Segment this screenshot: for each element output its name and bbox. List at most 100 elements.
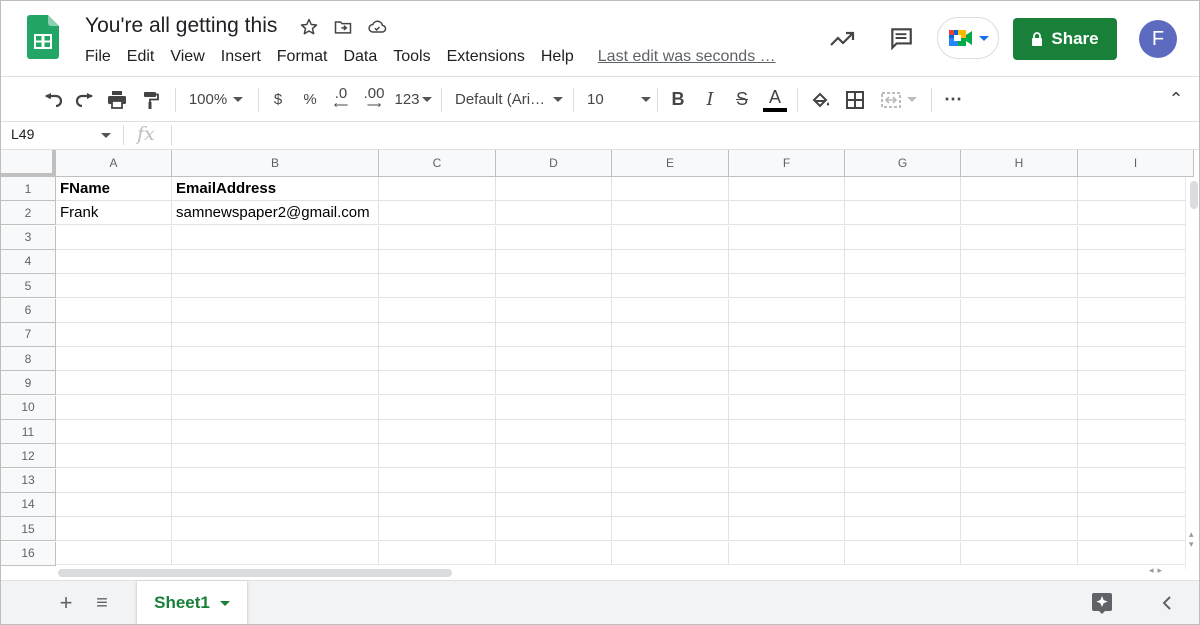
strikethrough-button[interactable]: S [731, 77, 753, 122]
add-sheet-button[interactable]: + [53, 581, 79, 624]
cell-c9[interactable] [379, 371, 496, 396]
cell-g16[interactable] [845, 541, 961, 566]
cell-d7[interactable] [496, 322, 612, 347]
cell-b8[interactable] [172, 347, 379, 372]
cell-f12[interactable] [729, 444, 845, 469]
cell-e9[interactable] [612, 371, 729, 396]
cell-e10[interactable] [612, 395, 729, 420]
cell-f5[interactable] [729, 274, 845, 299]
cell-d14[interactable] [496, 492, 612, 517]
cell-g12[interactable] [845, 444, 961, 469]
cell-d6[interactable] [496, 298, 612, 323]
cell-f4[interactable] [729, 249, 845, 274]
cell-h6[interactable] [961, 298, 1078, 323]
cell-i6[interactable] [1078, 298, 1194, 323]
scroll-up-icon[interactable]: ▴ [1189, 529, 1194, 539]
cell-g10[interactable] [845, 395, 961, 420]
currency-format-button[interactable]: $ [267, 77, 289, 122]
cell-b6[interactable] [172, 298, 379, 323]
cell-g3[interactable] [845, 225, 961, 250]
cell-i10[interactable] [1078, 395, 1194, 420]
cell-h2[interactable] [961, 201, 1078, 226]
cell-d4[interactable] [496, 249, 612, 274]
cell-h11[interactable] [961, 420, 1078, 444]
meet-button[interactable] [937, 17, 999, 59]
bold-button[interactable]: B [667, 77, 689, 122]
cell-c6[interactable] [379, 298, 496, 323]
cell-h5[interactable] [961, 274, 1078, 299]
cell-c1[interactable] [379, 177, 496, 201]
cell-i3[interactable] [1078, 225, 1194, 250]
cell-i4[interactable] [1078, 249, 1194, 274]
menu-help[interactable]: Help [533, 47, 582, 67]
row-header-13[interactable]: 13 [1, 468, 56, 493]
font-size-select[interactable]: 10 [587, 77, 651, 122]
cell-f14[interactable] [729, 492, 845, 517]
redo-icon[interactable] [71, 77, 99, 122]
cell-i16[interactable] [1078, 541, 1194, 566]
cell-c5[interactable] [379, 274, 496, 299]
vertical-scrollbar[interactable] [1185, 177, 1199, 569]
cell-d16[interactable] [496, 541, 612, 566]
cell-e1[interactable] [612, 177, 729, 201]
cell-b14[interactable] [172, 492, 379, 517]
cell-b12[interactable] [172, 444, 379, 469]
cell-e14[interactable] [612, 492, 729, 517]
cell-i5[interactable] [1078, 274, 1194, 299]
cell-h16[interactable] [961, 541, 1078, 566]
cell-a1[interactable]: FName [56, 177, 172, 201]
cell-a7[interactable] [56, 322, 172, 347]
column-header-c[interactable]: C [379, 150, 496, 177]
cell-f13[interactable] [729, 468, 845, 493]
cell-g13[interactable] [845, 468, 961, 493]
cell-c3[interactable] [379, 225, 496, 250]
menu-format[interactable]: Format [269, 47, 336, 67]
cell-a5[interactable] [56, 274, 172, 299]
cell-b13[interactable] [172, 468, 379, 493]
cell-c14[interactable] [379, 492, 496, 517]
cell-c7[interactable] [379, 322, 496, 347]
decrease-decimal-button[interactable]: .0 ⟵ [327, 77, 355, 122]
cell-f8[interactable] [729, 347, 845, 372]
cell-h14[interactable] [961, 492, 1078, 517]
print-icon[interactable] [103, 77, 131, 122]
cell-b7[interactable] [172, 322, 379, 347]
cell-e2[interactable] [612, 201, 729, 226]
cell-e11[interactable] [612, 420, 729, 444]
borders-icon[interactable] [841, 77, 869, 122]
cell-e6[interactable] [612, 298, 729, 323]
cell-h12[interactable] [961, 444, 1078, 469]
cell-d8[interactable] [496, 347, 612, 372]
cell-h8[interactable] [961, 347, 1078, 372]
sheet-menu-dropdown-icon[interactable] [219, 600, 230, 606]
text-color-button[interactable]: A [761, 77, 789, 122]
cell-e7[interactable] [612, 322, 729, 347]
cell-i15[interactable] [1078, 517, 1194, 542]
cell-f10[interactable] [729, 395, 845, 420]
cell-d3[interactable] [496, 225, 612, 250]
cell-a13[interactable] [56, 468, 172, 493]
cell-b5[interactable] [172, 274, 379, 299]
cell-d2[interactable] [496, 201, 612, 226]
row-header-8[interactable]: 8 [1, 347, 56, 372]
row-header-4[interactable]: 4 [1, 249, 56, 274]
cell-a10[interactable] [56, 395, 172, 420]
column-header-d[interactable]: D [496, 150, 612, 177]
cell-c4[interactable] [379, 249, 496, 274]
cell-f9[interactable] [729, 371, 845, 396]
cell-b1[interactable]: EmailAddress [172, 177, 379, 201]
undo-icon[interactable] [39, 77, 67, 122]
cell-c13[interactable] [379, 468, 496, 493]
cell-d10[interactable] [496, 395, 612, 420]
cell-a3[interactable] [56, 225, 172, 250]
cell-e5[interactable] [612, 274, 729, 299]
cell-a16[interactable] [56, 541, 172, 566]
cell-i14[interactable] [1078, 492, 1194, 517]
cell-b16[interactable] [172, 541, 379, 566]
cell-a11[interactable] [56, 420, 172, 444]
row-header-10[interactable]: 10 [1, 395, 56, 420]
cell-c15[interactable] [379, 517, 496, 542]
collapse-toolbar-button[interactable]: ⌃ [1165, 77, 1187, 122]
scroll-right-icon[interactable]: ▸ [1158, 565, 1163, 576]
cell-b11[interactable] [172, 420, 379, 444]
